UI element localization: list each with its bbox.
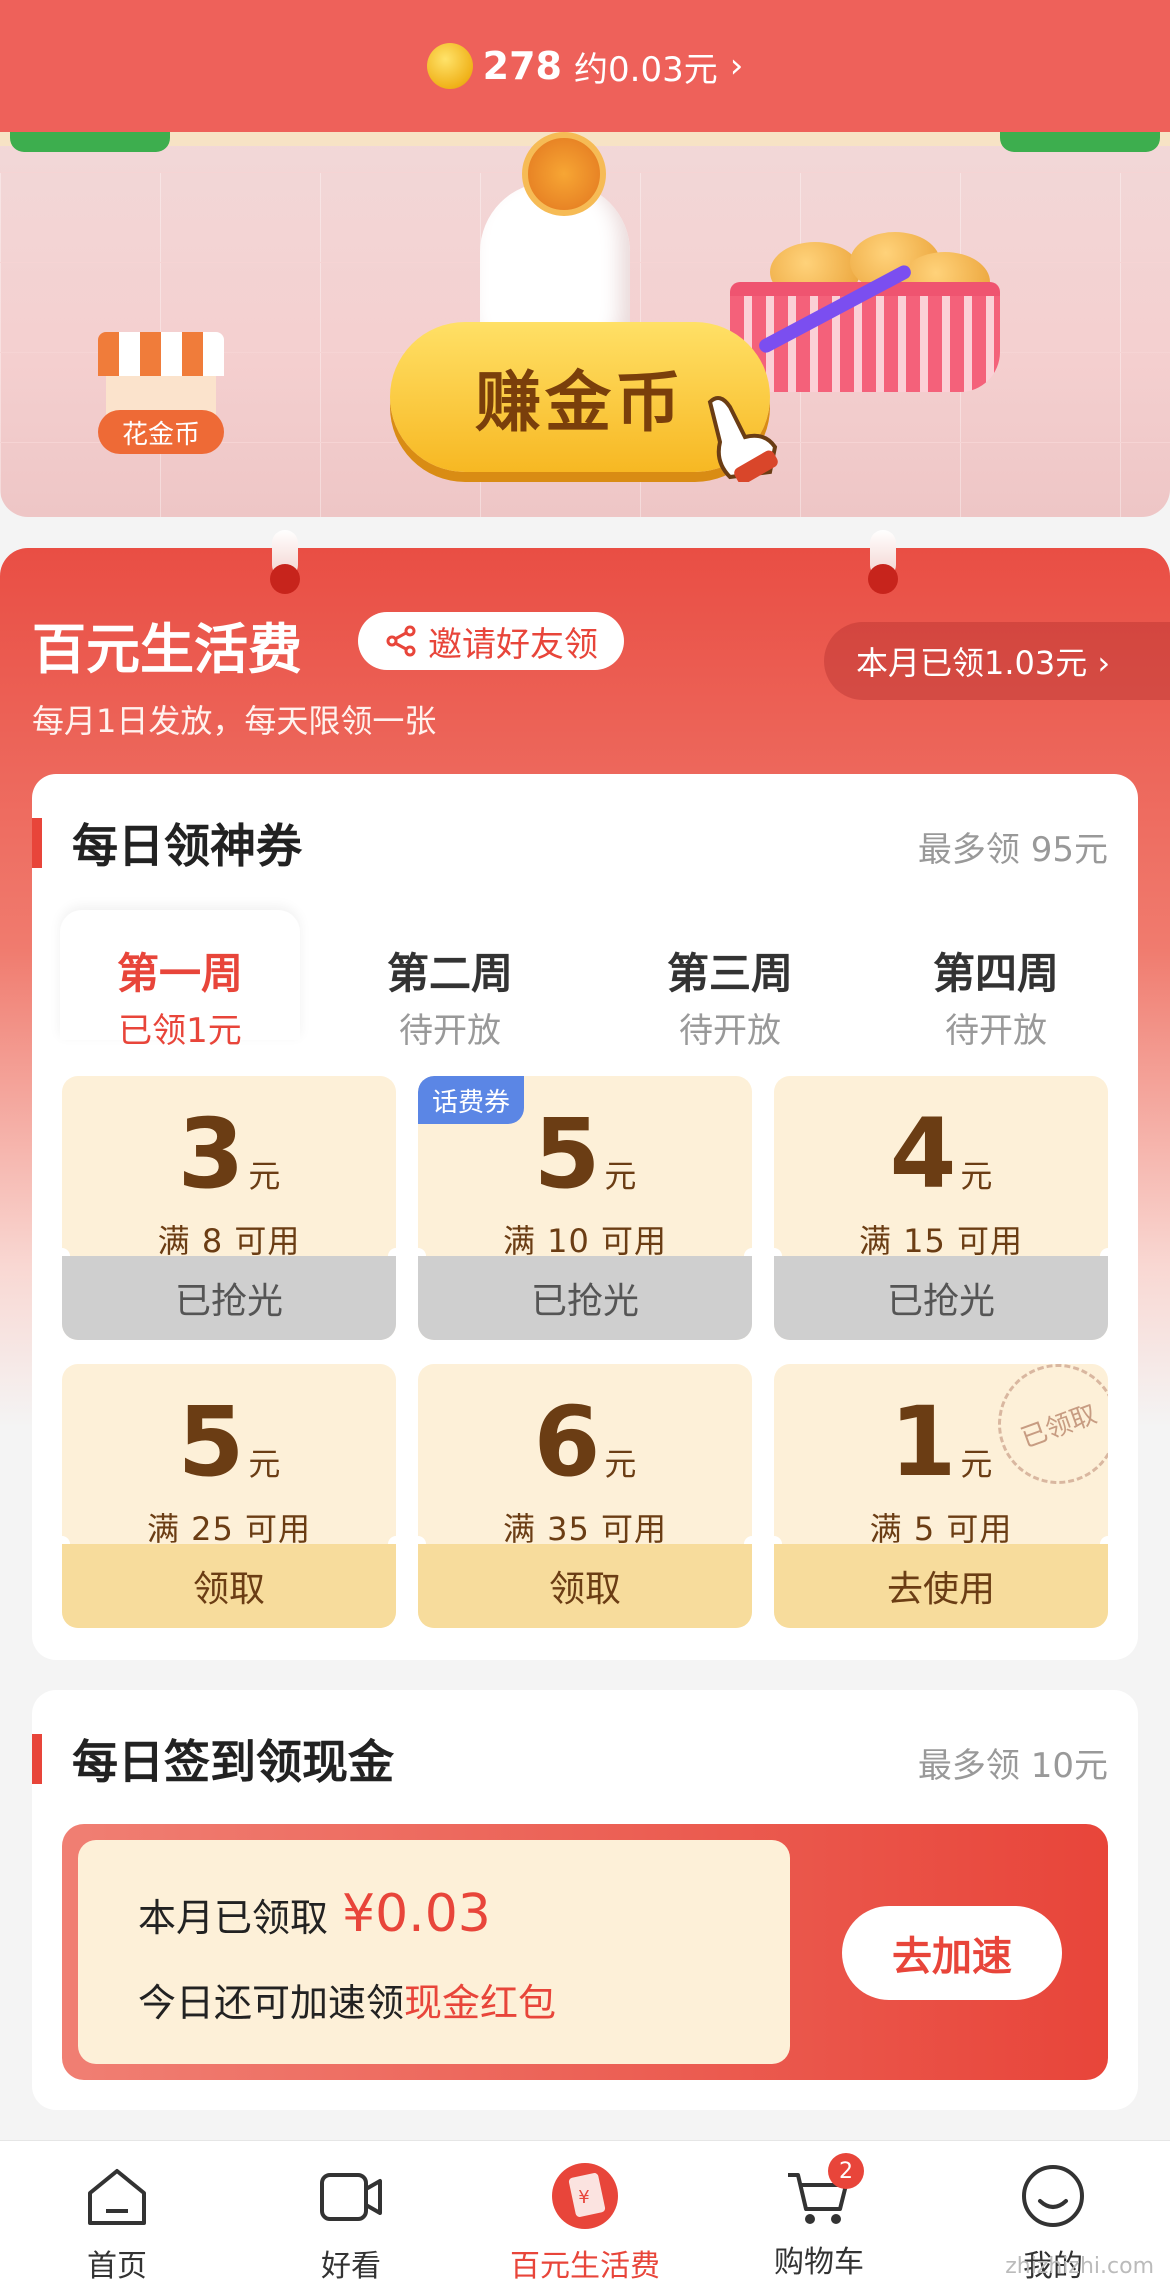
received-line: 本月已领取 ¥0.03: [138, 1884, 491, 1944]
card-title: 每日领神券: [72, 819, 302, 873]
month-received-link[interactable]: 本月已领1.03元 ›: [824, 622, 1170, 700]
coupon-unit: 元: [960, 1445, 993, 1483]
today-prefix: 今日还可加速领: [138, 1981, 405, 2025]
decorative-hook: [270, 530, 300, 594]
daily-signin-card: 每日签到领现金 最多领 10元 本月已领取 ¥0.03 今日还可加速领现金红包 …: [32, 1690, 1138, 2110]
coupon-item: 6元 满 35 可用 领取: [418, 1364, 752, 1628]
speed-up-button[interactable]: 去加速: [842, 1906, 1062, 2000]
nav-item-life-allowance[interactable]: ¥ 百元生活费: [468, 2141, 702, 2289]
week-name: 第四周: [932, 949, 1059, 998]
received-label: 本月已领取: [138, 1896, 329, 1940]
tab-week-2[interactable]: 第二周 待开放: [330, 910, 570, 1051]
tab-week-3[interactable]: 第三周 待开放: [610, 910, 850, 1051]
coupon-amount: 3: [177, 1098, 245, 1210]
week-state: 已领1元: [118, 1011, 242, 1051]
card-title: 每日签到领现金: [72, 1735, 394, 1789]
banner-tag-left: [10, 132, 170, 152]
nav-item-cart[interactable]: 2 购物车: [702, 2141, 936, 2289]
today-line: 今日还可加速领现金红包: [138, 1972, 556, 2027]
sold-out-button: 已抢光: [774, 1256, 1108, 1340]
mascot-coin-icon: [522, 132, 606, 216]
today-highlight: 现金红包: [404, 1981, 557, 2025]
nav-item-home[interactable]: 首页: [0, 2141, 234, 2289]
cart-count-badge: 2: [828, 2153, 864, 2189]
nav-label: 好看: [321, 2249, 381, 2284]
use-coupon-button[interactable]: 去使用: [774, 1544, 1108, 1628]
coupon-unit: 元: [248, 1157, 281, 1195]
nav-label: 百元生活费: [510, 2249, 660, 2284]
tab-week-4[interactable]: 第四周 待开放: [876, 910, 1116, 1051]
coupon-item: 3元 满 8 可用 已抢光: [62, 1076, 396, 1340]
section-subtitle: 每月1日发放，每天限领一张: [32, 702, 437, 740]
coupon-unit: 元: [248, 1445, 281, 1483]
coupon-item: 4元 满 15 可用 已抢光: [774, 1076, 1108, 1340]
coupon-unit: 元: [604, 1157, 637, 1195]
nav-item-video[interactable]: 好看: [234, 2141, 468, 2289]
week-name: 第二周: [386, 949, 513, 998]
earn-coins-banner: 花金币 赚金币: [0, 132, 1170, 517]
coupon-amount: 1: [889, 1386, 957, 1498]
invite-friends-button[interactable]: 邀请好友领: [358, 612, 624, 670]
tab-week-1[interactable]: 第一周 已领1元: [60, 910, 300, 1051]
profile-icon: [1022, 2165, 1084, 2227]
coupon-amount: 5: [177, 1386, 245, 1498]
claim-coupon-button[interactable]: 领取: [418, 1544, 752, 1628]
title-accent-bar: [32, 1734, 42, 1784]
decorative-hook: [868, 530, 898, 594]
card-max-note: 最多领 95元: [917, 830, 1108, 870]
card-max-note: 最多领 10元: [917, 1746, 1108, 1786]
card-header: 每日领神券 最多领 95元: [32, 810, 1138, 873]
received-amount: ¥0.03: [342, 1884, 491, 1944]
spend-coins-shop[interactable]: 花金币: [98, 332, 228, 454]
red-packet-icon: ¥: [552, 2163, 618, 2229]
coin-value: 约0.03元: [574, 49, 718, 90]
chevron-right-icon: ›: [729, 46, 744, 86]
claim-coupon-button[interactable]: 领取: [62, 1544, 396, 1628]
svg-text:¥: ¥: [578, 2187, 589, 2208]
week-name: 第三周: [666, 949, 793, 998]
shop-awning-icon: [98, 332, 224, 376]
coupon-unit: 元: [960, 1157, 993, 1195]
cash-info-box: 本月已领取 ¥0.03 今日还可加速领现金红包: [78, 1840, 790, 2064]
card-header: 每日签到领现金 最多领 10元: [32, 1726, 1138, 1789]
coin-balance-bar[interactable]: 278 约0.03元 ›: [0, 0, 1170, 132]
coupon-item: 1元 满 5 可用 去使用 已领取: [774, 1364, 1108, 1628]
invite-label: 邀请好友领: [428, 624, 598, 665]
gold-coin-icon: [426, 43, 473, 89]
watermark: zhizhizhi.com: [1005, 2254, 1154, 2279]
spend-coins-label: 花金币: [98, 410, 224, 454]
coupon-item: 5元 满 10 可用 已抢光 话费券: [418, 1076, 752, 1340]
coupon-amount: 4: [889, 1098, 957, 1210]
cash-reward-panel: 本月已领取 ¥0.03 今日还可加速领现金红包 去加速: [62, 1824, 1108, 2080]
share-icon: [386, 625, 416, 657]
week-state: 待开放: [399, 1011, 501, 1051]
week-tabs: 第一周 已领1元 第二周 待开放 第三周 待开放 第四周 待开放: [60, 910, 1110, 1051]
coupon-item: 5元 满 25 可用 领取: [62, 1364, 396, 1628]
daily-coupons-card: 每日领神券 最多领 95元 第一周 已领1元 第二周 待开放 第三周 待开放 第…: [32, 774, 1138, 1660]
nav-label: 首页: [87, 2249, 147, 2284]
nav-label: 购物车: [774, 2245, 864, 2280]
phone-bill-badge: 话费券: [418, 1076, 525, 1124]
week-name: 第一周: [116, 949, 243, 998]
coupon-amount: 6: [533, 1386, 601, 1498]
home-icon: [88, 2169, 146, 2225]
sold-out-button: 已抢光: [62, 1256, 396, 1340]
coupon-amount: 5: [533, 1098, 601, 1210]
bottom-nav: 首页 好看 ¥ 百元生活费 2 购物车 我的 zhizhizhi.com: [0, 2140, 1170, 2289]
video-icon: [320, 2173, 382, 2221]
week-state: 待开放: [945, 1011, 1047, 1051]
section-title: 百元生活费: [32, 618, 302, 681]
banner-tag-right: [1000, 132, 1160, 152]
week-state: 待开放: [679, 1011, 781, 1051]
pointing-hand-icon: [707, 396, 778, 482]
sold-out-button: 已抢光: [418, 1256, 752, 1340]
coin-basket-illustration: [730, 232, 1000, 392]
coin-count: 278: [482, 44, 562, 88]
coupon-unit: 元: [604, 1445, 637, 1483]
title-accent-bar: [32, 818, 42, 868]
